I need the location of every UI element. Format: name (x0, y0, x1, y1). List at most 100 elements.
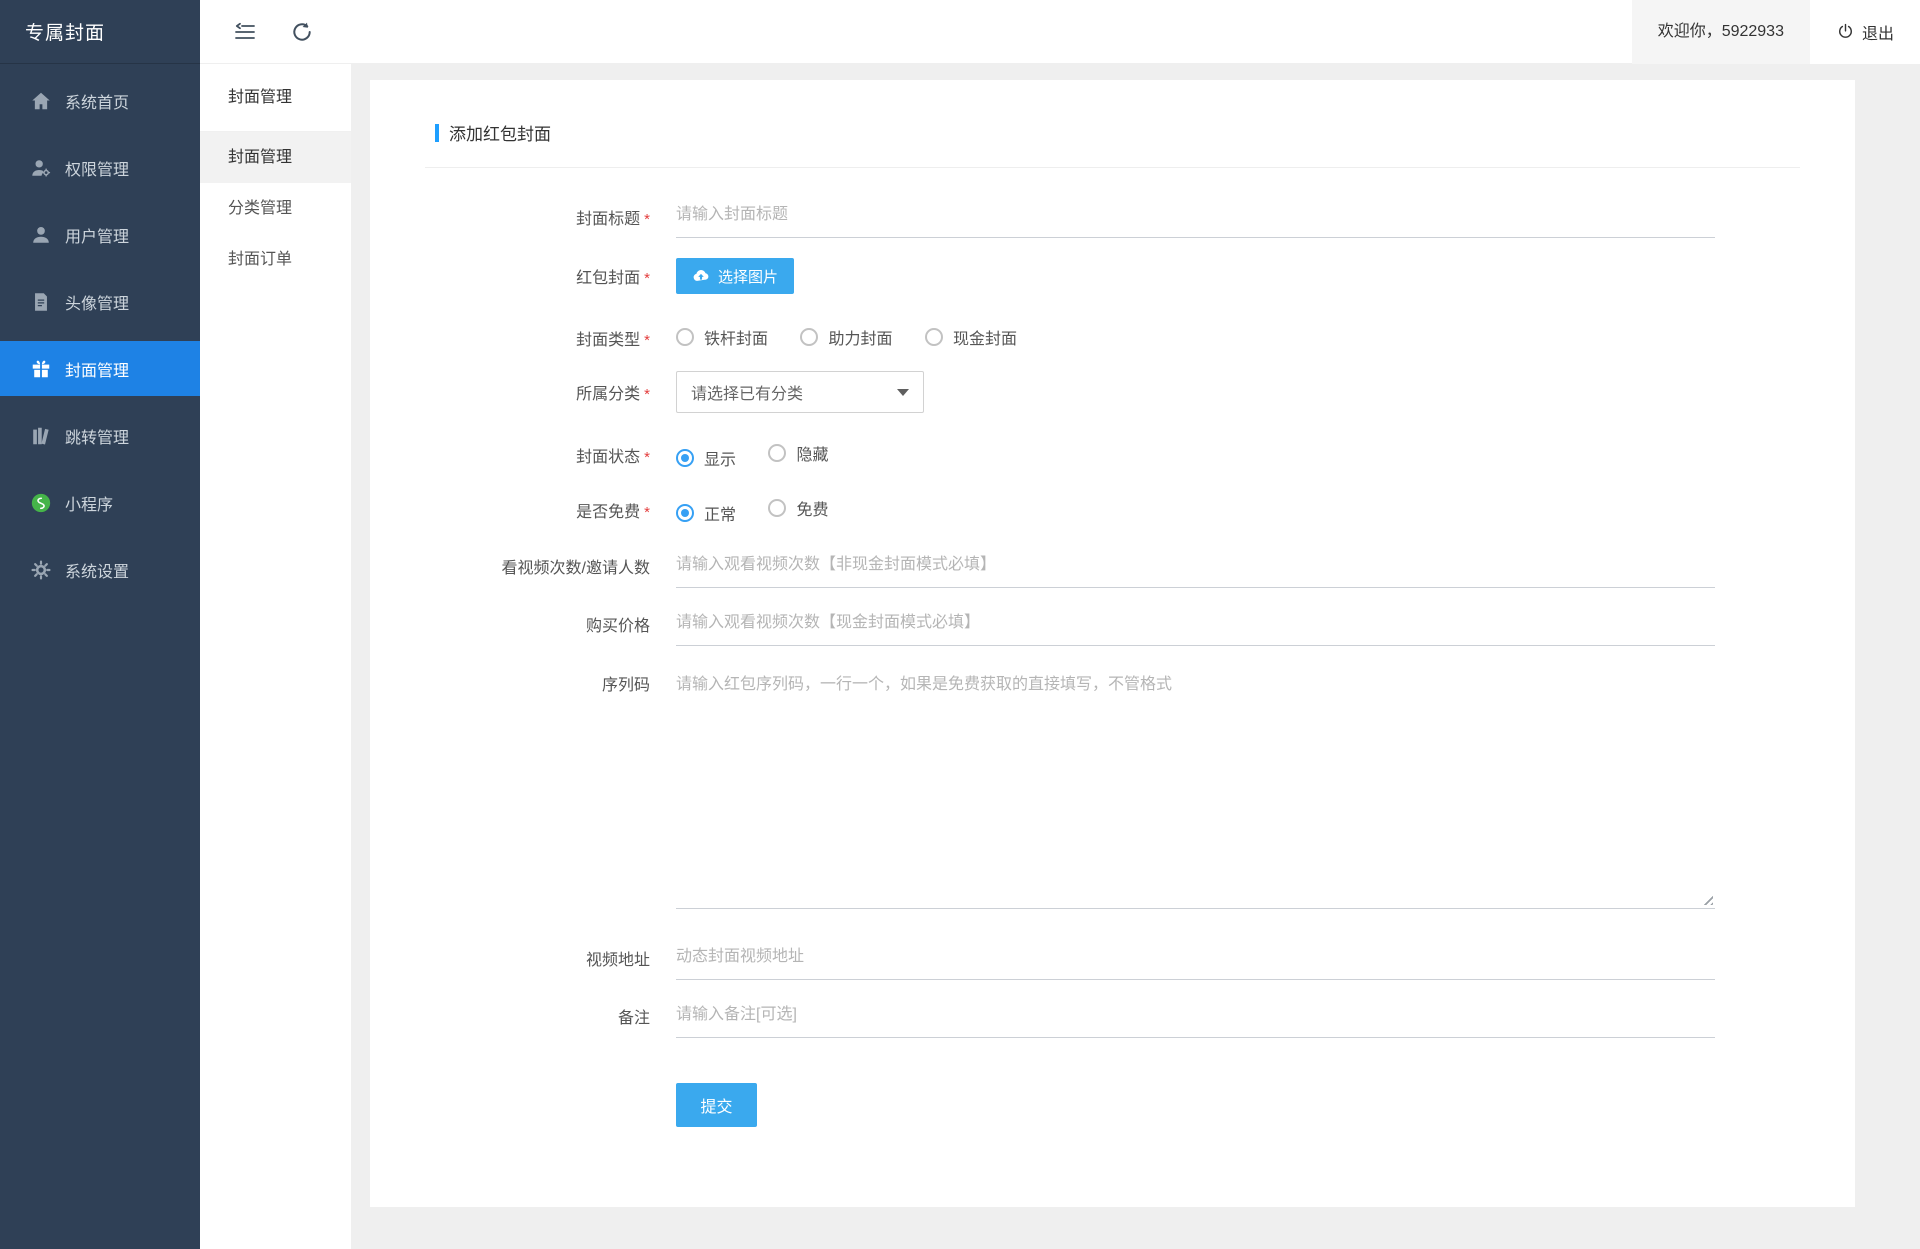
purchase-price-input[interactable] (676, 601, 1715, 646)
add-cover-form: 封面标题* 红包封面* 选择图片 (425, 193, 1800, 1127)
field-control (676, 993, 1715, 1038)
radio-option-tiegan[interactable]: 铁杆封面 (676, 325, 768, 349)
collapse-menu-icon[interactable] (233, 20, 257, 44)
app-layout: 专属封面 系统首页 权限管理 用户管理 (0, 0, 1920, 1249)
radio-option-normal[interactable]: 正常 (676, 501, 736, 525)
video-count-input[interactable] (676, 543, 1715, 588)
cloud-upload-icon (692, 267, 710, 285)
category-select[interactable]: 请选择已有分类 (676, 371, 924, 413)
field-row-video-count: 看视频次数/邀请人数 (425, 543, 1800, 588)
required-asterisk: * (644, 270, 650, 287)
field-label: 封面类型* (425, 326, 650, 350)
radio-option-hide[interactable]: 隐藏 (768, 441, 828, 465)
field-control: 选择图片 (676, 258, 1715, 294)
field-label: 封面标题* (425, 203, 650, 229)
field-control: 请选择已有分类 (676, 371, 1715, 413)
title-marker (435, 124, 439, 142)
sidebar-item-avatars[interactable]: 头像管理 (0, 274, 200, 329)
choose-image-button[interactable]: 选择图片 (676, 258, 794, 294)
cover-title-input[interactable] (676, 193, 1715, 238)
app-logo: 专属封面 (0, 0, 200, 64)
chevron-down-icon (897, 389, 909, 396)
sidebar-item-label: 用户管理 (65, 223, 129, 247)
field-label: 封面状态* (425, 443, 650, 467)
field-control (676, 661, 1715, 909)
submenu-item-cover-orders[interactable]: 封面订单 (200, 234, 351, 285)
radio-icon-checked (676, 449, 694, 467)
field-label: 所属分类* (425, 380, 650, 404)
required-asterisk: * (644, 332, 650, 349)
welcome-user[interactable]: 欢迎你，5922933 (1632, 0, 1810, 64)
radio-option-xianjin[interactable]: 现金封面 (925, 325, 1017, 349)
field-row-cover-type: 封面类型* 铁杆封面 助力封面 (425, 318, 1800, 358)
books-icon (30, 425, 52, 447)
radio-icon (768, 444, 786, 462)
field-row-serial-codes: 序列码 (425, 661, 1800, 909)
power-icon (1836, 22, 1855, 41)
submit-button[interactable]: 提交 (676, 1083, 757, 1127)
refresh-icon[interactable] (290, 20, 314, 44)
choose-image-label: 选择图片 (718, 266, 778, 287)
radio-option-zhuli[interactable]: 助力封面 (800, 325, 892, 349)
logout-button[interactable]: 退出 (1810, 0, 1920, 64)
submenu-item-cover-manage[interactable]: 封面管理 (200, 132, 351, 183)
field-row-cover-title: 封面标题* (425, 193, 1800, 238)
field-label: 看视频次数/邀请人数 (425, 554, 650, 578)
field-control (676, 601, 1715, 646)
user-icon (30, 224, 52, 246)
field-control: 显示 隐藏 (676, 441, 1715, 470)
miniprogram-icon (30, 492, 52, 514)
required-asterisk: * (644, 449, 650, 466)
sidebar-item-label: 跳转管理 (65, 424, 129, 448)
remark-input[interactable] (676, 993, 1715, 1038)
field-row-purchase-price: 购买价格 (425, 601, 1800, 646)
sidebar-item-covers[interactable]: 封面管理 (0, 341, 200, 396)
document-icon (30, 291, 52, 313)
sidebar-item-permissions[interactable]: 权限管理 (0, 140, 200, 195)
field-control: 正常 免费 (676, 496, 1715, 525)
field-row-remark: 备注 (425, 993, 1800, 1038)
field-label: 视频地址 (425, 946, 650, 970)
sidebar-item-users[interactable]: 用户管理 (0, 207, 200, 262)
field-control (676, 543, 1715, 588)
sidebar-item-settings[interactable]: 系统设置 (0, 542, 200, 597)
sidebar-item-label: 小程序 (65, 491, 113, 515)
sidebar-item-label: 头像管理 (65, 290, 129, 314)
gear-icon (30, 559, 52, 581)
card-title: 添加红包封面 (435, 120, 1800, 145)
sidebar-item-home[interactable]: 系统首页 (0, 73, 200, 128)
field-label: 备注 (425, 1004, 650, 1028)
field-row-cover-status: 封面状态* 显示 隐藏 (425, 435, 1800, 475)
home-icon (30, 90, 52, 112)
field-row-video-url: 视频地址 (425, 935, 1800, 980)
category-select-value: 请选择已有分类 (691, 380, 897, 404)
submit-row: 提交 (425, 1083, 1800, 1127)
field-control (676, 193, 1715, 238)
field-row-cover-image: 红包封面* 选择图片 (425, 258, 1800, 294)
radio-option-free[interactable]: 免费 (768, 496, 828, 520)
required-asterisk: * (644, 504, 650, 521)
sidebar-item-label: 系统设置 (65, 558, 129, 582)
serial-codes-textarea[interactable] (676, 661, 1715, 909)
form-card: 添加红包封面 封面标题* 红包封面* (370, 80, 1855, 1207)
field-control: 提交 (676, 1083, 1715, 1127)
user-gear-icon (30, 157, 52, 179)
sidebar-item-miniprogram[interactable]: 小程序 (0, 475, 200, 530)
field-row-is-free: 是否免费* 正常 免费 (425, 490, 1800, 530)
submenu-item-category-manage[interactable]: 分类管理 (200, 183, 351, 234)
gift-icon (30, 358, 52, 380)
required-asterisk: * (644, 211, 650, 228)
radio-option-show[interactable]: 显示 (676, 446, 736, 470)
video-url-input[interactable] (676, 935, 1715, 980)
field-label: 序列码 (425, 661, 650, 695)
field-label: 购买价格 (425, 612, 650, 636)
sidebar-item-label: 系统首页 (65, 89, 129, 113)
radio-icon-checked (676, 504, 694, 522)
radio-icon (800, 328, 818, 346)
content-area: 添加红包封面 封面标题* 红包封面* (351, 64, 1920, 1249)
sidebar-item-label: 权限管理 (65, 156, 129, 180)
field-label: 红包封面* (425, 264, 650, 288)
sidebar-item-label: 封面管理 (65, 357, 129, 381)
body-row: 封面管理 封面管理 分类管理 封面订单 添加红包封面 封面标题* (200, 64, 1920, 1249)
sidebar-item-redirects[interactable]: 跳转管理 (0, 408, 200, 463)
